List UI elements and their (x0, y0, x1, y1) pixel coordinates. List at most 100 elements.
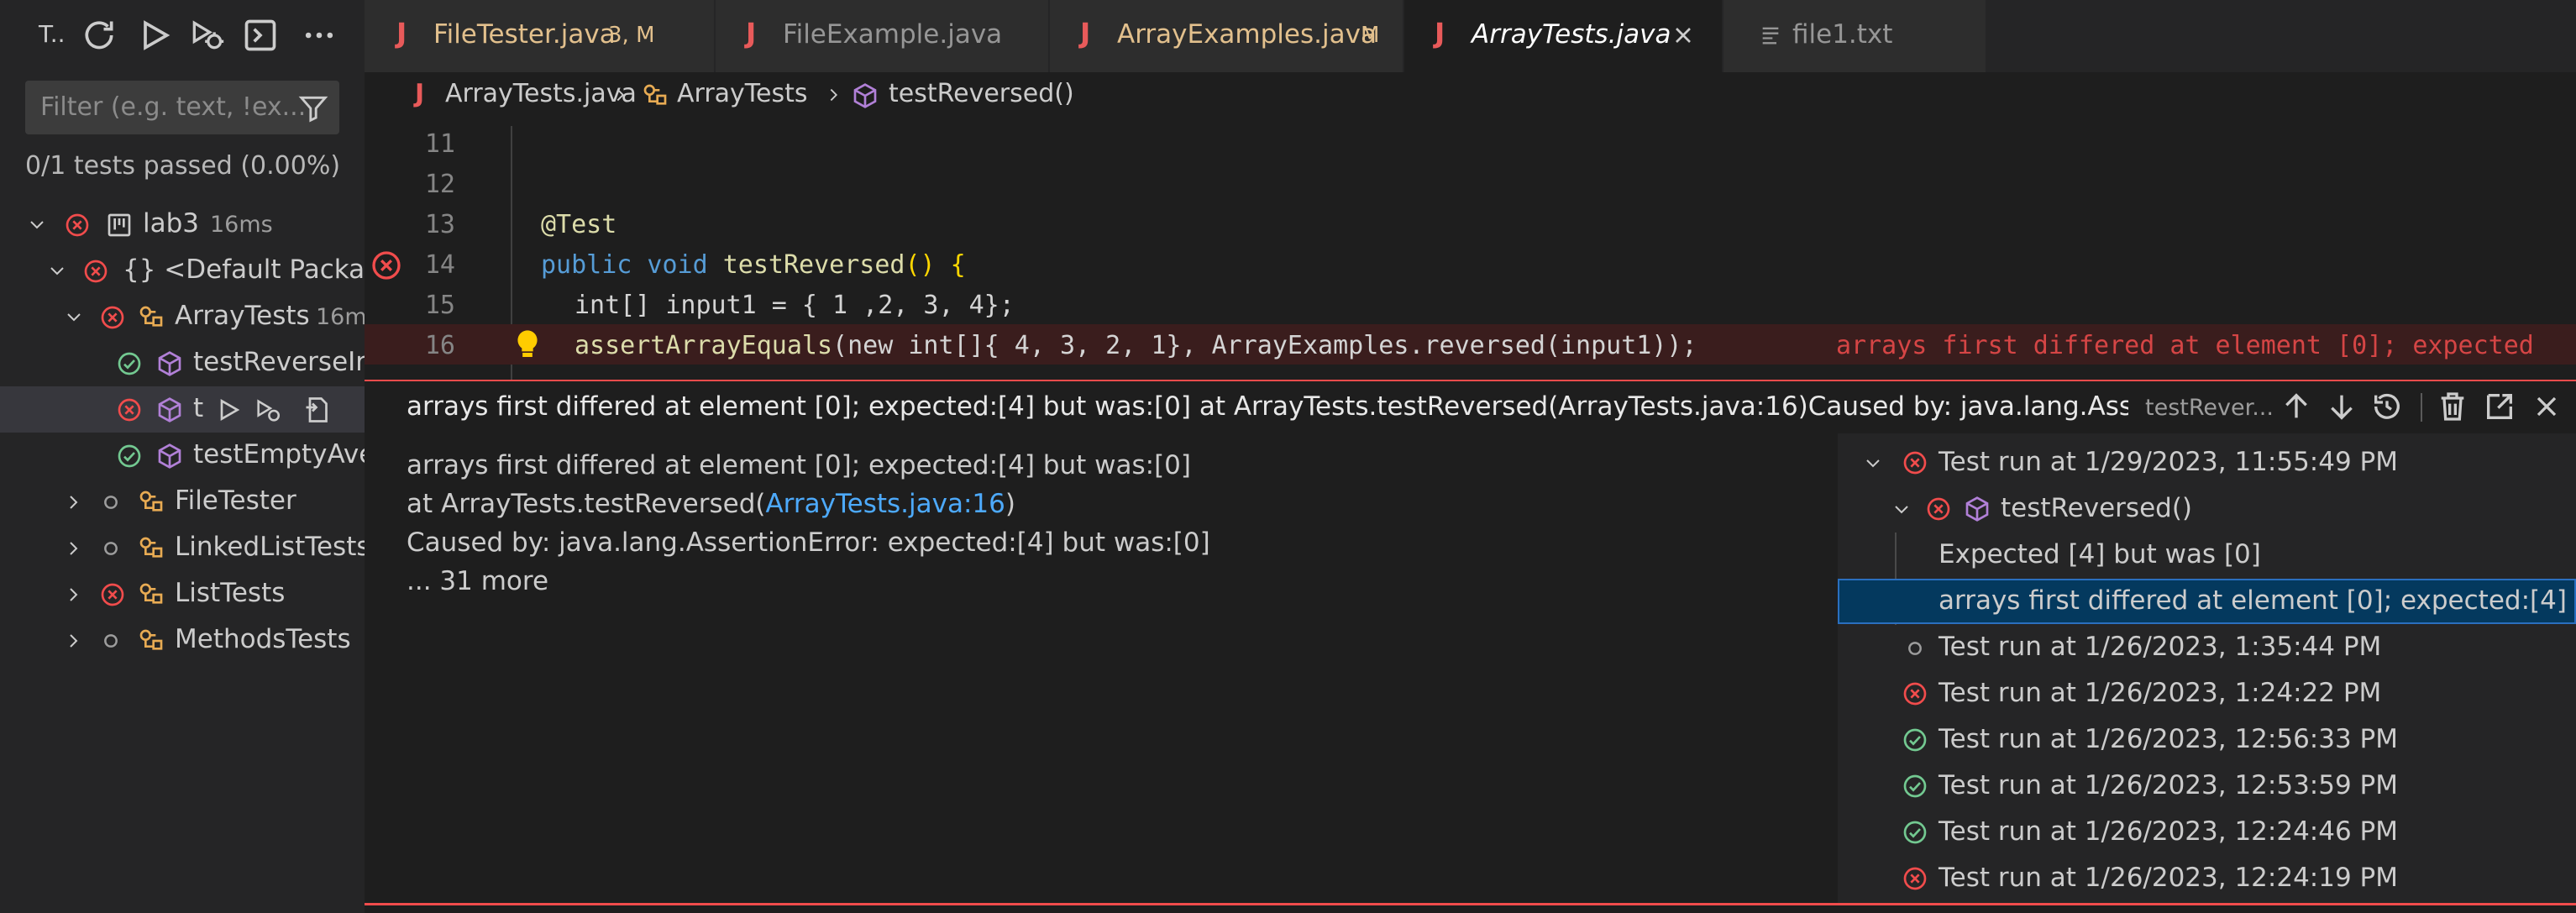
failed-icon (1903, 451, 1927, 475)
failed-icon (118, 398, 141, 422)
lightbulb-icon[interactable] (511, 328, 544, 361)
method-icon (158, 443, 181, 469)
java-file-icon: J (415, 79, 425, 108)
method-icon (1965, 496, 1989, 522)
refresh-icon[interactable] (81, 17, 118, 54)
tree-item-label: ArrayTests (175, 301, 310, 331)
history-item[interactable]: Test run at 1/26/2023, 12:24:19 PM (1838, 856, 2576, 901)
class-icon (139, 306, 163, 327)
tab-label: ArrayExamples.java (1117, 19, 1377, 50)
previous-message-icon[interactable] (2280, 390, 2313, 423)
tree-item-label: t (193, 393, 204, 423)
tree-item-testreverseinplace[interactable]: testReverseInPlace (0, 340, 365, 386)
breadcrumb: J ArrayTests.java ArrayTests testReverse… (365, 72, 2576, 119)
filter-input[interactable]: Filter (e.g. text, !ex... (25, 81, 339, 134)
stack-trace-line: at ArrayTests.testReversed(ArrayTests.ja… (407, 489, 1015, 519)
tree-item-arraytests[interactable]: ArrayTests 16ms (0, 294, 365, 340)
java-file-icon: J (1435, 17, 1445, 50)
debug-all-icon[interactable] (188, 17, 225, 54)
tree-item-testreversed[interactable]: t (0, 386, 365, 433)
chevron-down-icon[interactable] (47, 261, 67, 281)
test-peek-header: arrays first differed at element [0]; ex… (365, 380, 2576, 435)
close-tab-icon[interactable] (1670, 22, 1697, 49)
filter-icon[interactable] (297, 92, 329, 124)
next-message-icon[interactable] (2325, 390, 2358, 423)
test-history-list: Test run at 1/29/2023, 11:55:49 PM testR… (1838, 433, 2576, 903)
history-item[interactable]: Test run at 1/26/2023, 12:56:33 PM (1838, 717, 2576, 763)
chevron-right-icon[interactable] (64, 492, 84, 512)
debug-test-icon[interactable] (254, 396, 282, 425)
tree-item-label: {} <Default Package> (123, 254, 365, 285)
tab-arraytests[interactable]: J ArrayTests.java (1404, 0, 1723, 72)
tab-label: FileExample.java (783, 19, 1003, 50)
failed-icon (66, 213, 89, 237)
line-number: 12 (424, 170, 455, 199)
open-in-editor-icon[interactable] (2483, 390, 2516, 423)
history-item-label: Test run at 1/29/2023, 11:55:49 PM (1939, 447, 2398, 477)
passed-icon (1903, 728, 1927, 752)
breadcrumb-method[interactable]: testReversed() (889, 79, 1074, 108)
chevron-down-icon[interactable] (1891, 500, 1912, 520)
chevron-down-icon[interactable] (1863, 454, 1883, 474)
tree-item-default-package[interactable]: {} <Default Package> (0, 248, 365, 294)
tree-item-label: ListTests (175, 578, 286, 608)
history-item[interactable]: Test run at 1/26/2023, 1:35:44 PM (1838, 625, 2576, 670)
line-number: 16 (424, 331, 455, 360)
history-item[interactable]: Test run at 1/26/2023, 12:24:46 PM (1838, 810, 2576, 855)
go-to-test-icon[interactable] (302, 395, 333, 425)
chevron-down-icon[interactable] (27, 215, 47, 235)
chevron-right-icon (830, 88, 838, 102)
text-file-icon (1762, 27, 1779, 45)
test-failed-gutter-icon[interactable] (370, 249, 403, 282)
chevron-right-icon[interactable] (64, 631, 84, 651)
tree-item-label: lab3 (143, 208, 200, 239)
breadcrumb-file[interactable]: ArrayTests.java (445, 79, 637, 108)
chevron-right-icon[interactable] (64, 538, 84, 559)
class-icon (139, 537, 163, 558)
tab-fileexample[interactable]: J FileExample.java (716, 0, 1049, 72)
failed-icon (84, 260, 108, 283)
history-message[interactable]: Expected [4] but was [0] (1838, 533, 2576, 625)
history-item[interactable]: Test run at 1/26/2023, 1:24:22 PM (1838, 671, 2576, 716)
passed-icon (1903, 821, 1927, 844)
breadcrumb-class[interactable]: ArrayTests (677, 79, 808, 108)
stack-trace-link[interactable]: ArrayTests.java:16 (765, 489, 1005, 519)
tree-item-linkedlisttests[interactable]: LinkedListTests (0, 525, 365, 571)
tree-item-lab3[interactable]: lab3 16ms (0, 202, 365, 248)
terminal-icon[interactable] (242, 17, 279, 54)
chevron-right-icon[interactable] (64, 585, 84, 605)
tab-filetester[interactable]: J FileTester.java 3, M (365, 0, 715, 72)
history-item[interactable]: testReversed() (1838, 486, 2576, 532)
history-item-label: Test run at 1/26/2023, 12:24:46 PM (1939, 816, 2398, 847)
tree-item-filetester[interactable]: FileTester (0, 479, 365, 525)
history-item-label: Test run at 1/26/2023, 1:35:44 PM (1939, 632, 2382, 662)
history-item[interactable]: Test run at 1/29/2023, 11:55:49 PM (1838, 440, 2576, 485)
not-run-icon (104, 542, 118, 555)
passed-icon (118, 352, 141, 375)
more-actions-icon[interactable] (301, 17, 338, 54)
tree-item-listtests[interactable]: ListTests (0, 571, 365, 617)
failed-icon (1903, 867, 1927, 890)
history-item-label: Expected [4] but was [0] (1939, 539, 2261, 569)
run-test-icon[interactable] (215, 396, 242, 423)
tab-arrayexamples[interactable]: J ArrayExamples.java M (1050, 0, 1403, 72)
failed-icon (1903, 682, 1927, 706)
close-peek-icon[interactable] (2530, 390, 2563, 423)
history-icon[interactable] (2370, 390, 2404, 423)
history-item-label: Test run at 1/26/2023, 12:56:33 PM (1939, 724, 2398, 754)
chevron-down-icon[interactable] (64, 307, 84, 328)
tree-item-methodstests[interactable]: MethodsTests (0, 617, 365, 664)
tab-file1[interactable]: file1.txt (1723, 0, 1986, 72)
line-number: 15 (424, 291, 455, 320)
clear-results-icon[interactable] (2436, 390, 2469, 423)
run-all-icon[interactable] (136, 17, 173, 54)
project-icon (108, 213, 131, 237)
test-summary: 0/1 tests passed (0.00%) (25, 151, 341, 181)
tree-item-label: MethodsTests (175, 624, 351, 654)
not-run-icon (1908, 642, 1922, 655)
tree-item-testemptyaverage[interactable]: testEmptyAverage (0, 433, 365, 479)
not-run-icon (104, 496, 118, 509)
history-item[interactable]: Test run at 1/26/2023, 12:53:59 PM (1838, 763, 2576, 809)
history-message[interactable]: arrays first differed at element [0]; ex… (1838, 579, 2576, 624)
toolbar-divider (2421, 393, 2422, 422)
